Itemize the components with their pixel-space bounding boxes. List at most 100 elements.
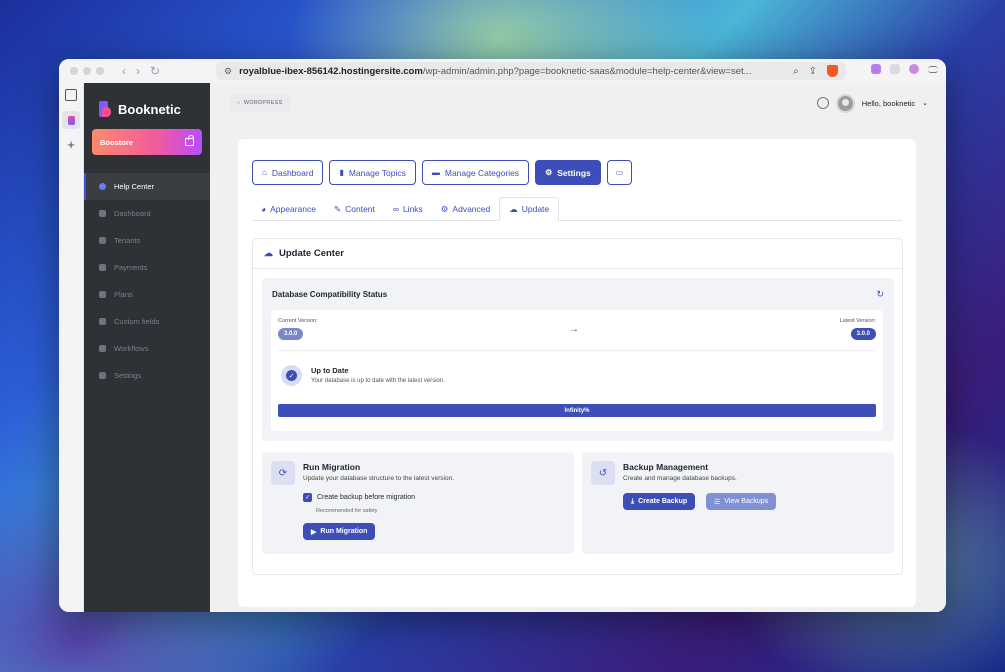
back-label: WORDPRESS [243,100,283,106]
backup-checkbox[interactable]: ✓ [303,493,312,502]
tab-label: Settings [557,167,591,178]
panel-title: Update Center [279,248,344,259]
cloud-upload-icon: ☁ [264,248,273,258]
app-sidebar: Booknetic Boostore Help Center Dashboard… [84,83,210,612]
download-icon: ⤓ [631,497,635,505]
back-to-wordpress-link[interactable]: ‹ WORDPRESS [230,94,291,112]
tab-links[interactable]: ∞ Links [384,197,432,221]
extension-color-icon[interactable] [909,64,919,74]
browser-window: ‹ › ↻ ⚙ royalblue-ibex-856142.hostingers… [59,59,946,612]
check-circle-icon: ✓ [281,365,302,386]
sidebar-item-plans[interactable]: Plans [84,281,210,308]
tab-label: Update [521,204,550,214]
sidebar-toggle-icon[interactable] [65,89,77,101]
help-center-card: ⌂ Dashboard ▮ Manage Topics ▬ Manage Catego… [238,139,916,607]
user-greeting: Hello, booknetic [861,98,916,108]
sidebar-item-label: Help Center [114,182,155,191]
tab-manage-categories[interactable]: ▬ Manage Categories [421,160,530,185]
button-label: View Backups [724,498,769,505]
chevron-down-icon: ⌄ [922,100,928,107]
avatar [835,93,855,113]
browser-sidebar: + [59,83,84,612]
address-bar[interactable]: ⚙ royalblue-ibex-856142.hostingersite.co… [216,62,846,80]
button-label: Create Backup [638,498,688,505]
backup-checkbox-row[interactable]: ✓ Create backup before migration [303,493,415,502]
cloud-upload-icon: ☁ [509,203,518,214]
sidebar-item-label: Custom fields [114,317,160,326]
tab-settings[interactable]: ⚙ Settings [535,160,601,185]
latest-version-badge: 3.0.0 [850,328,876,340]
home-icon: ⌂ [262,168,267,177]
boostore-label: Boostore [100,137,133,147]
flow-icon [99,345,106,352]
user-menu[interactable]: Hello, booknetic ⌄ [816,93,928,113]
back-icon[interactable]: ‹ [122,64,126,78]
create-backup-button[interactable]: ⤓ Create Backup [623,493,696,510]
user-icon [99,237,106,244]
sidebar-item-workflows[interactable]: Workflows [84,335,210,362]
tab-store[interactable]: ▭ [606,160,633,185]
tab-label: Appearance [270,204,316,214]
reload-icon[interactable]: ↻ [150,64,160,78]
card-icon [99,264,106,271]
notification-icon[interactable] [816,97,829,109]
tab-label: Dashboard [271,167,314,178]
wand-icon [99,318,106,325]
rocket-icon [99,291,106,298]
tab-appearance[interactable]: ◕ Appearance [252,197,325,221]
extension-booknetic-icon[interactable] [871,64,881,74]
brand-name: Booknetic [118,101,181,117]
sidebar-item-label: Tenants [114,236,141,245]
window-controls[interactable] [70,67,104,75]
brand-logo[interactable]: Booknetic [84,83,210,123]
sidebar-item-payments[interactable]: Payments [84,254,210,281]
boostore-button[interactable]: Boostore [92,129,202,155]
tab-label: Manage Categories [444,167,520,178]
refresh-icon[interactable]: ↻ [876,289,884,300]
cube-icon [99,210,106,217]
latest-version-label: Latest Version: [839,318,876,324]
brave-shield-icon[interactable] [827,65,838,77]
add-tab-icon[interactable]: + [67,138,75,151]
file-icon: ▮ [339,168,344,177]
current-version: Current Version: 3.0.0 [278,318,318,340]
sidebar-item-custom-fields[interactable]: Custom fields [84,308,210,335]
tab-advanced[interactable]: ⚙ Advanced [432,197,499,221]
sidebar-item-settings[interactable]: Settings [84,362,210,389]
top-bar: ‹ WORDPRESS Hello, booknetic ⌄ [210,83,946,123]
booknetic-logo-icon [99,101,111,117]
tab-content[interactable]: ✎ Content [325,197,384,221]
booknetic-tab-icon[interactable] [62,111,80,129]
tab-manage-topics[interactable]: ▮ Manage Topics [329,160,416,185]
migration-title: Run Migration [303,462,361,472]
share-icon[interactable]: ⇪ [809,66,817,77]
history-icon: ↺ [591,461,615,485]
extension-icon[interactable] [890,64,900,74]
view-backups-button[interactable]: ☰ View Backups [706,493,777,510]
forward-icon[interactable]: › [136,64,140,78]
sidebar-item-label: Plans [114,290,133,299]
zoom-icon[interactable]: ⌕ [793,66,799,77]
menu-icon[interactable] [928,65,938,73]
run-migration-card: ⟳ Run Migration Update your database str… [262,452,574,554]
run-migration-button[interactable]: ▶ Run Migration [303,523,376,540]
sync-icon: ⟳ [271,461,295,485]
sidebar-item-tenants[interactable]: Tenants [84,227,210,254]
db-compatibility-box: Database Compatibility Status ↻ Current … [262,278,894,441]
sidebar-item-help-center[interactable]: Help Center [84,173,210,200]
progress-fill: Infinity% [278,404,876,417]
store-icon: ▭ [615,168,624,177]
settings-subtabs: ◕ Appearance ✎ Content ∞ Links ⚙ Advanced ☁ U… [252,197,902,221]
current-version-badge: 3.0.0 [278,328,304,340]
site-settings-icon[interactable]: ⚙ [224,66,232,77]
tab-dashboard[interactable]: ⌂ Dashboard [252,160,324,185]
gears-icon: ⚙ [545,168,553,177]
tab-label: Manage Topics [348,167,406,178]
palette-icon: ◕ [261,204,267,214]
sidebar-item-label: Settings [114,371,142,380]
button-label: Run Migration [320,528,368,535]
sidebar-item-label: Payments [114,263,148,272]
tab-update[interactable]: ☁ Update [499,197,560,221]
sidebar-item-dashboard[interactable]: Dashboard [84,200,210,227]
edit-icon: ✎ [333,203,342,214]
